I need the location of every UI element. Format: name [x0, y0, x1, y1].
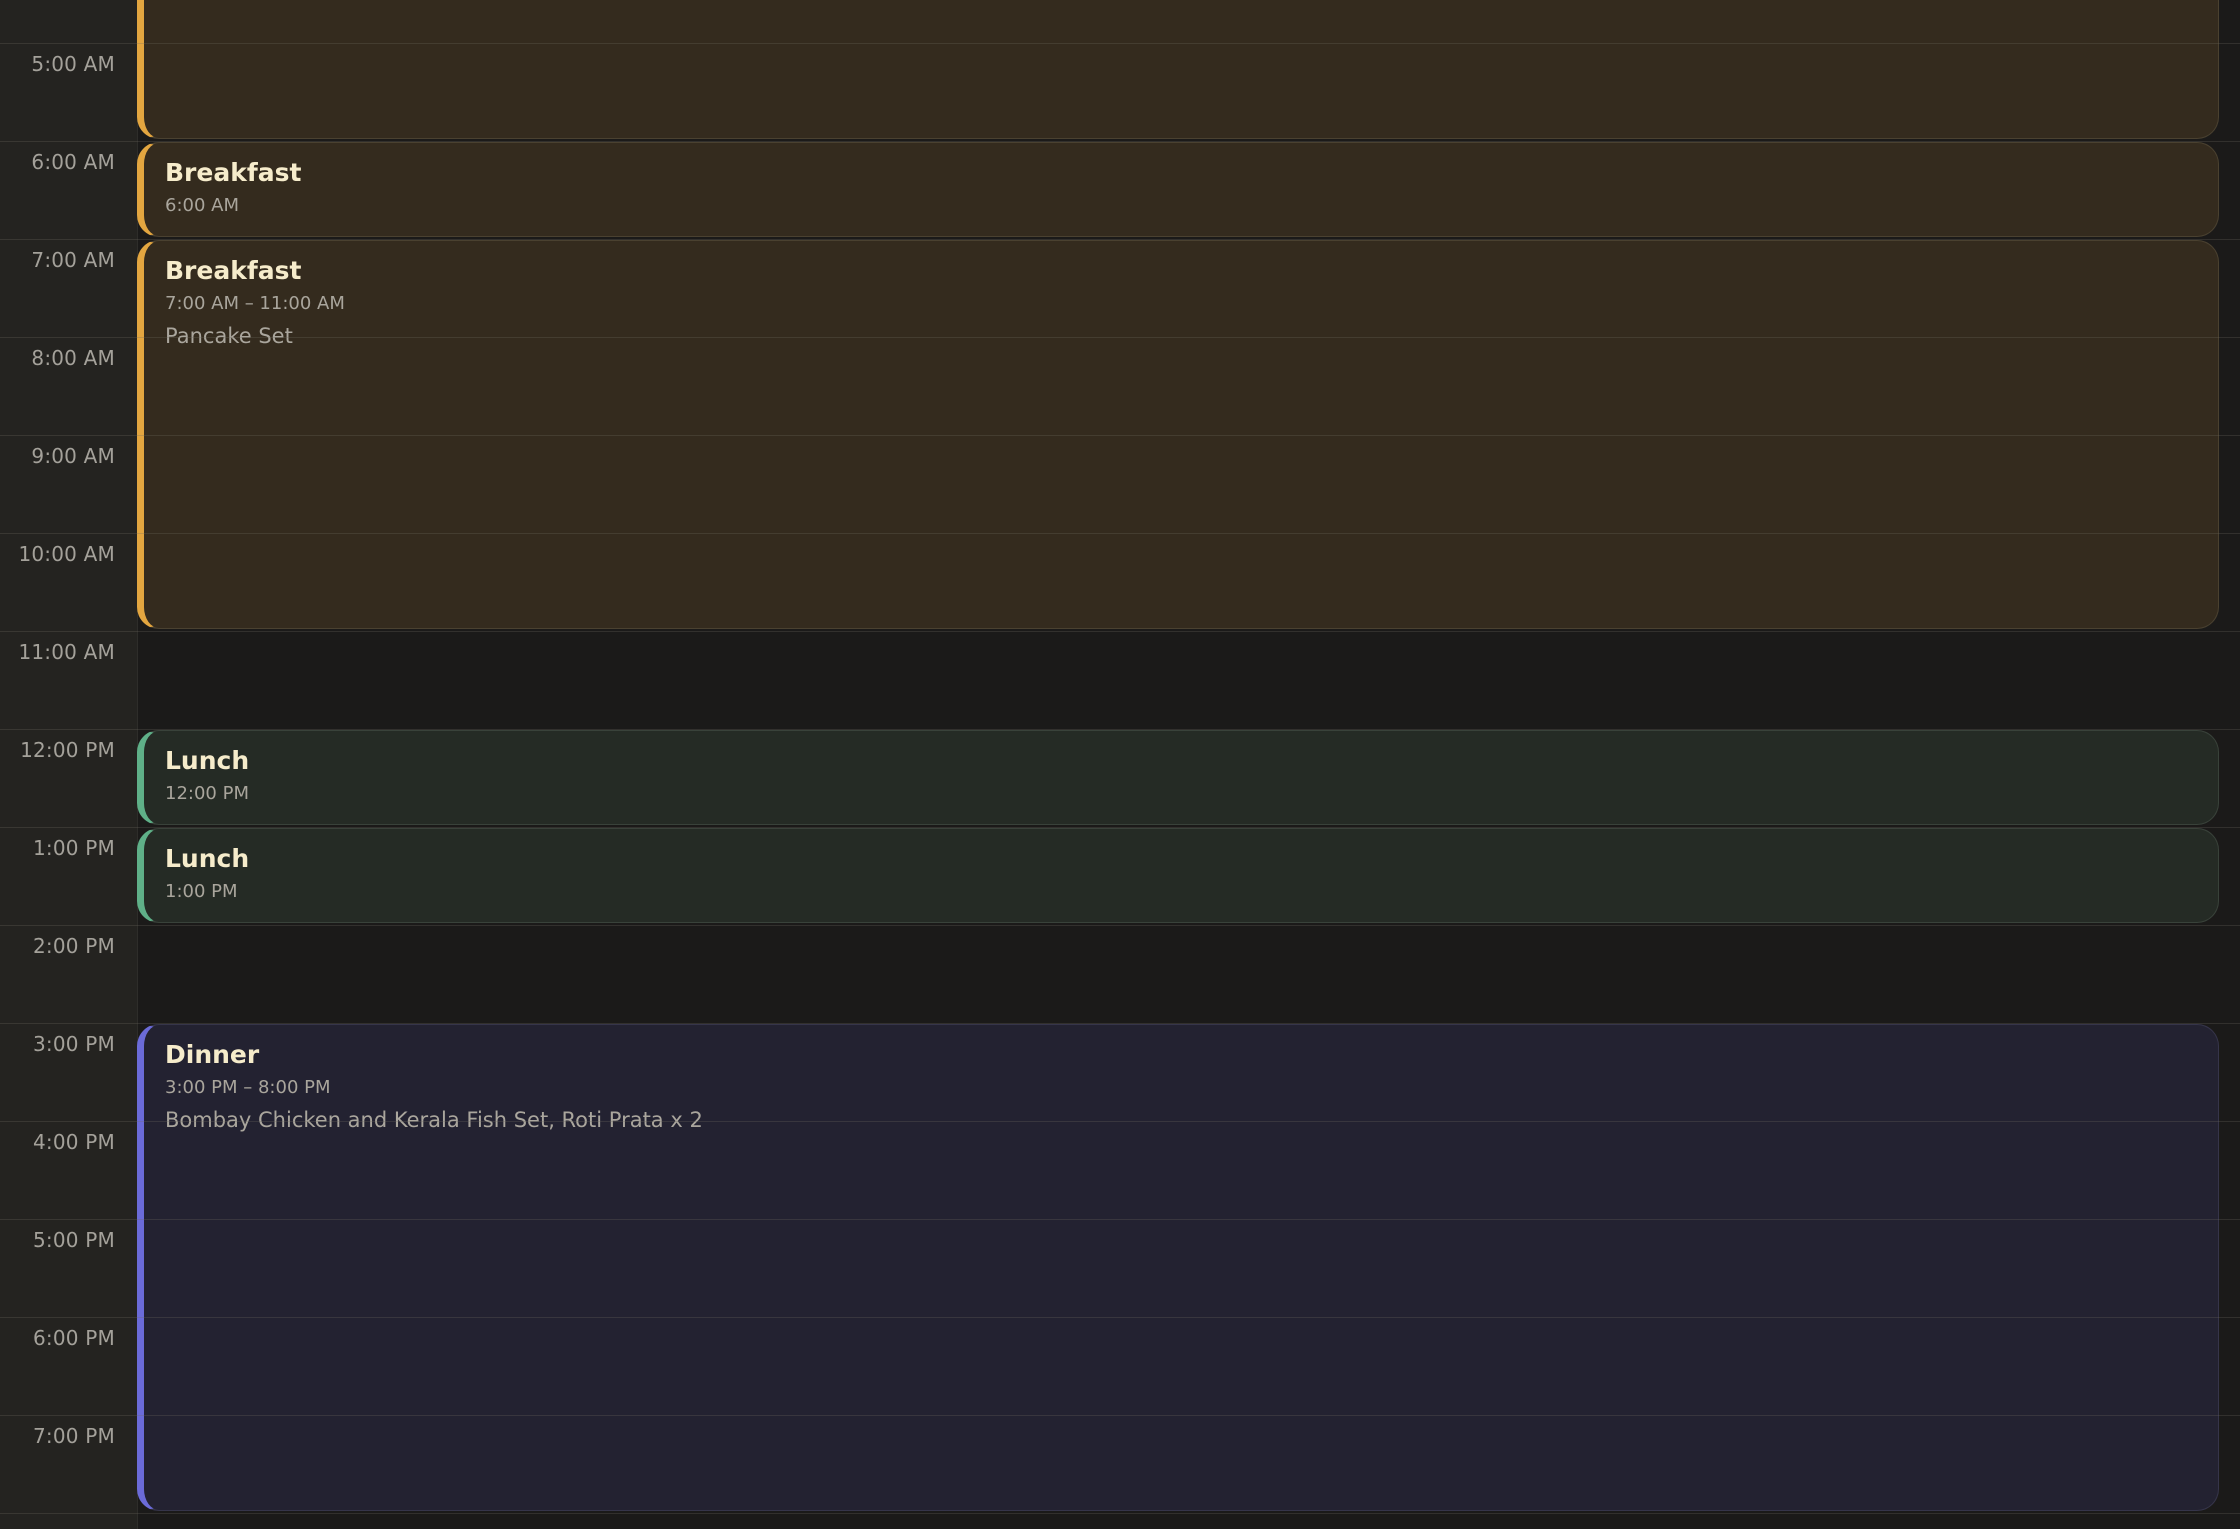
event-time: 3:00 PM – 8:00 PM	[165, 1077, 331, 1098]
time-label: 8:00 AM	[31, 346, 115, 370]
time-label: 4:00 PM	[33, 1130, 115, 1154]
event-time: 7:00 AM – 11:00 AM	[165, 293, 345, 314]
time-label: 10:00 AM	[18, 542, 115, 566]
event-block-breakfast[interactable]: Breakfast 7:00 AM – 11:00 AM Pancake Set	[137, 240, 2219, 629]
time-label: 11:00 AM	[18, 640, 115, 664]
time-label: 7:00 AM	[31, 248, 115, 272]
event-title: Dinner	[165, 1040, 260, 1069]
time-label: 5:00 AM	[31, 52, 115, 76]
time-gutter: 5:00 AM 6:00 AM 7:00 AM 8:00 AM 9:00 AM …	[0, 0, 138, 1529]
event-block-lunch[interactable]: Lunch 1:00 PM	[137, 828, 2219, 923]
event-title: Breakfast	[165, 256, 302, 285]
event-title: Lunch	[165, 844, 250, 873]
event-time: 12:00 PM	[165, 783, 249, 804]
hour-divider	[0, 1513, 2240, 1514]
day-calendar-view: 5:00 AM 6:00 AM 7:00 AM 8:00 AM 9:00 AM …	[0, 0, 2240, 1529]
time-label: 6:00 AM	[31, 150, 115, 174]
event-description: Pancake Set	[165, 324, 293, 348]
event-block-breakfast[interactable]: Breakfast 6:00 AM	[137, 142, 2219, 237]
hour-divider	[0, 631, 2240, 632]
time-label: 7:00 PM	[33, 1424, 115, 1448]
event-block-lunch[interactable]: Lunch 12:00 PM	[137, 730, 2219, 825]
event-time: 1:00 PM	[165, 881, 238, 902]
time-label: 12:00 PM	[20, 738, 115, 762]
time-label: 9:00 AM	[31, 444, 115, 468]
time-label: 6:00 PM	[33, 1326, 115, 1350]
event-block-dinner[interactable]: Dinner 3:00 PM – 8:00 PM Bombay Chicken …	[137, 1024, 2219, 1511]
event-title: Lunch	[165, 746, 250, 775]
time-label: 3:00 PM	[33, 1032, 115, 1056]
hour-divider	[0, 925, 2240, 926]
time-label: 2:00 PM	[33, 934, 115, 958]
event-description: Bombay Chicken and Kerala Fish Set, Roti…	[165, 1108, 703, 1132]
event-title: Breakfast	[165, 158, 302, 187]
time-label: 1:00 PM	[33, 836, 115, 860]
event-time: 6:00 AM	[165, 195, 239, 216]
time-label: 5:00 PM	[33, 1228, 115, 1252]
event-block-breakfast[interactable]	[137, 0, 2219, 139]
